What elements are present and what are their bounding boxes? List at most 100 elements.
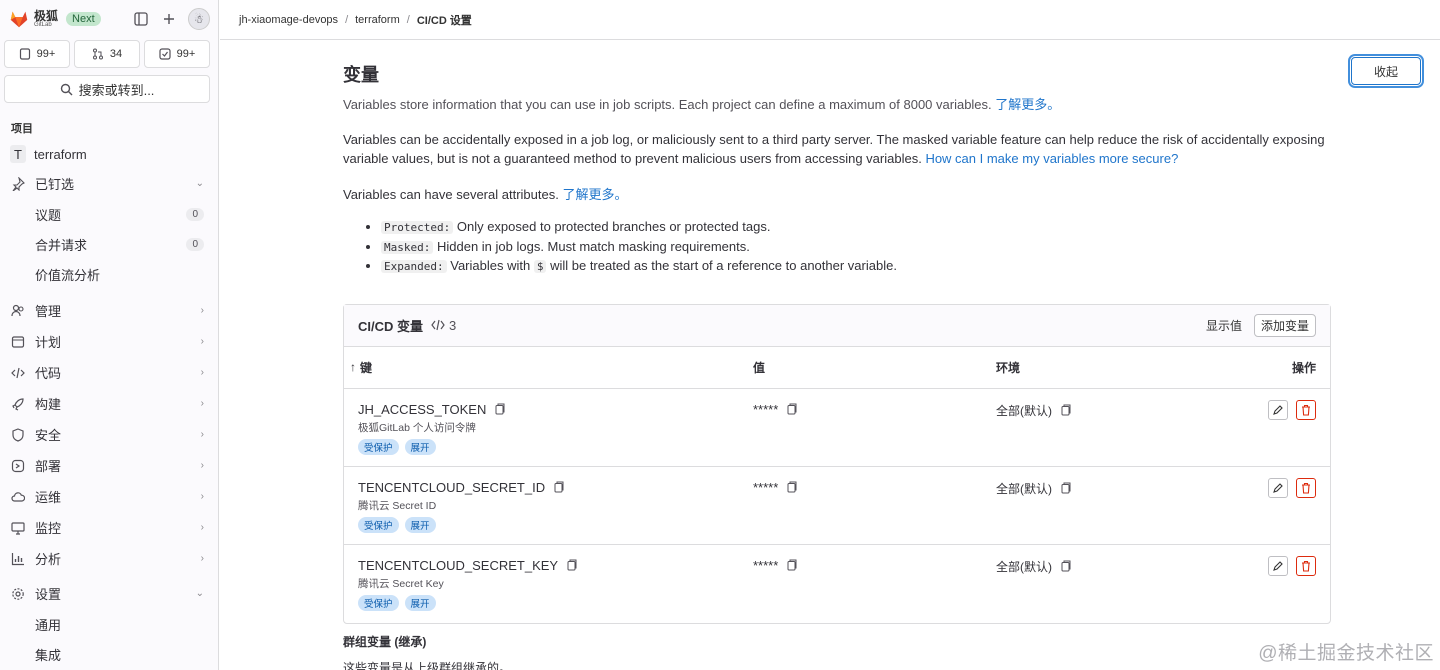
- project-name: terraform: [34, 146, 87, 162]
- learn-more-link[interactable]: 了解更多。: [995, 97, 1060, 112]
- learn-more-link[interactable]: 了解更多。: [562, 187, 627, 202]
- todos-counter[interactable]: 99+: [144, 40, 210, 68]
- nav-monitor[interactable]: 监控 ›: [0, 512, 218, 543]
- variable-description: 极狐GitLab 个人访问令牌: [358, 421, 476, 434]
- table-row: TENCENTCLOUD_SECRET_ID 腾讯云 Secret ID 受保护…: [344, 467, 1330, 545]
- sidebar-item-issues[interactable]: 议题 0: [0, 199, 218, 229]
- next-badge[interactable]: Next: [66, 12, 101, 26]
- nav-operate[interactable]: 运维 ›: [0, 481, 218, 512]
- variable-key: TENCENTCLOUD_SECRET_KEY: [358, 557, 559, 573]
- nav-plan[interactable]: 计划 ›: [0, 326, 218, 357]
- edit-button[interactable]: [1268, 555, 1288, 576]
- nav-label: 安全: [35, 428, 62, 443]
- issues-count: 99+: [36, 48, 56, 60]
- copy-icon[interactable]: [1060, 560, 1072, 572]
- copy-icon[interactable]: [786, 403, 798, 415]
- sidebar-item-label: 通用: [35, 617, 62, 633]
- delete-button[interactable]: [1296, 555, 1316, 576]
- sidebar-toggle-icon[interactable]: [132, 10, 150, 28]
- variable-count: 3: [431, 318, 456, 333]
- nav-build[interactable]: 构建 ›: [0, 388, 218, 419]
- nav-security[interactable]: 安全 ›: [0, 419, 218, 450]
- nav-code[interactable]: 代码 ›: [0, 357, 218, 388]
- chevron-right-icon: ›: [200, 553, 204, 564]
- pencil-icon: [1273, 560, 1283, 571]
- cloud-icon: [10, 489, 26, 505]
- logo-text: 极狐: [34, 9, 59, 23]
- merge-requests-counter[interactable]: 34: [74, 40, 140, 68]
- breadcrumb-current[interactable]: CI/CD 设置: [417, 12, 472, 28]
- nav-settings[interactable]: 设置 ⌄: [0, 578, 218, 609]
- column-value: 值: [753, 360, 766, 375]
- variable-key: JH_ACCESS_TOKEN: [358, 401, 487, 417]
- collapse-button[interactable]: 收起: [1351, 57, 1421, 85]
- copy-icon[interactable]: [1060, 482, 1072, 494]
- chevron-right-icon: ›: [200, 460, 204, 471]
- copy-icon[interactable]: [786, 481, 798, 493]
- breadcrumb-project[interactable]: terraform: [355, 14, 400, 26]
- chevron-down-icon: ⌄: [195, 178, 204, 189]
- attributes-intro-text: Variables can have several attributes.: [343, 187, 559, 202]
- deploy-icon: [10, 458, 26, 474]
- issues-counter[interactable]: 99+: [4, 40, 70, 68]
- security-link[interactable]: How can I make my variables more secure?: [925, 151, 1178, 166]
- reveal-values-button[interactable]: 显示值: [1206, 317, 1242, 334]
- sidebar-item-merge-requests[interactable]: 合并请求 0: [0, 229, 218, 259]
- copy-icon[interactable]: [494, 403, 506, 415]
- copy-icon[interactable]: [553, 481, 565, 493]
- chevron-right-icon: ›: [200, 398, 204, 409]
- nav-label: 监控: [35, 521, 62, 536]
- project-link[interactable]: T terraform: [0, 140, 218, 168]
- edit-button[interactable]: [1268, 477, 1288, 498]
- environment-value: 全部(默认): [996, 559, 1052, 574]
- count-badge: 0: [186, 207, 204, 221]
- column-key-label: 键: [360, 360, 373, 375]
- copy-icon[interactable]: [1060, 404, 1072, 416]
- delete-button[interactable]: [1296, 477, 1316, 498]
- copy-icon[interactable]: [566, 559, 578, 571]
- avatar[interactable]: ☃: [188, 8, 210, 30]
- nav-manage[interactable]: 管理 ›: [0, 295, 218, 326]
- attribute-item: Masked: Hidden in job logs. Must match m…: [381, 238, 1331, 258]
- attributes-intro: Variables can have several attributes. 了…: [343, 185, 1331, 204]
- delete-button[interactable]: [1296, 399, 1316, 420]
- nav-deploy[interactable]: 部署 ›: [0, 450, 218, 481]
- page-title: 变量: [343, 65, 379, 85]
- breadcrumb-group[interactable]: jh-xiaomage-devops: [239, 14, 338, 26]
- nav-pinned[interactable]: 已钉选 ⌄: [0, 168, 218, 199]
- nav-label: 分析: [35, 552, 62, 567]
- project-avatar: T: [10, 145, 26, 163]
- trash-icon: [1302, 482, 1310, 494]
- sidebar-item-value-stream[interactable]: 价值流分析: [0, 259, 218, 289]
- nav-analyze[interactable]: 分析 ›: [0, 543, 218, 574]
- breadcrumb-separator: /: [345, 13, 349, 26]
- card-header: CI/CD 变量 3 显示值 添加变量: [344, 304, 1330, 347]
- shield-icon: [10, 427, 26, 443]
- trash-icon: [1302, 404, 1310, 416]
- nav-label: 设置: [35, 587, 62, 602]
- sidebar-item-integrations[interactable]: 集成: [0, 639, 218, 669]
- column-actions: 操作: [1291, 360, 1316, 375]
- nav-label: 构建: [35, 397, 62, 412]
- attribute-text: will be treated as the start of a refere…: [550, 258, 897, 273]
- attribute-text: Variables with: [450, 258, 531, 273]
- todo-icon: [159, 48, 171, 60]
- sidebar-item-general[interactable]: 通用: [0, 609, 218, 639]
- table-header: ↑ 键 值 环境 操作: [344, 347, 1330, 389]
- search-button[interactable]: 搜索或转到...: [4, 75, 210, 103]
- attribute-text: Only exposed to protected branches or pr…: [456, 219, 771, 234]
- environment-value: 全部(默认): [996, 481, 1052, 496]
- attribute-item: Expanded: Variables with $ will be treat…: [381, 257, 1331, 277]
- add-variable-button[interactable]: 添加变量: [1253, 313, 1316, 337]
- logo[interactable]: 极狐 GitLab: [8, 8, 58, 30]
- column-key[interactable]: ↑ 键: [350, 359, 372, 376]
- sort-arrow-icon: ↑: [350, 360, 356, 374]
- edit-button[interactable]: [1268, 399, 1288, 420]
- plus-icon[interactable]: [160, 10, 178, 28]
- todos-count: 99+: [176, 48, 196, 60]
- chart-icon: [10, 551, 26, 567]
- rocket-icon: [10, 396, 26, 412]
- copy-icon[interactable]: [786, 559, 798, 571]
- chevron-right-icon: ›: [200, 522, 204, 533]
- sidebar-item-label: 价值流分析: [35, 267, 101, 283]
